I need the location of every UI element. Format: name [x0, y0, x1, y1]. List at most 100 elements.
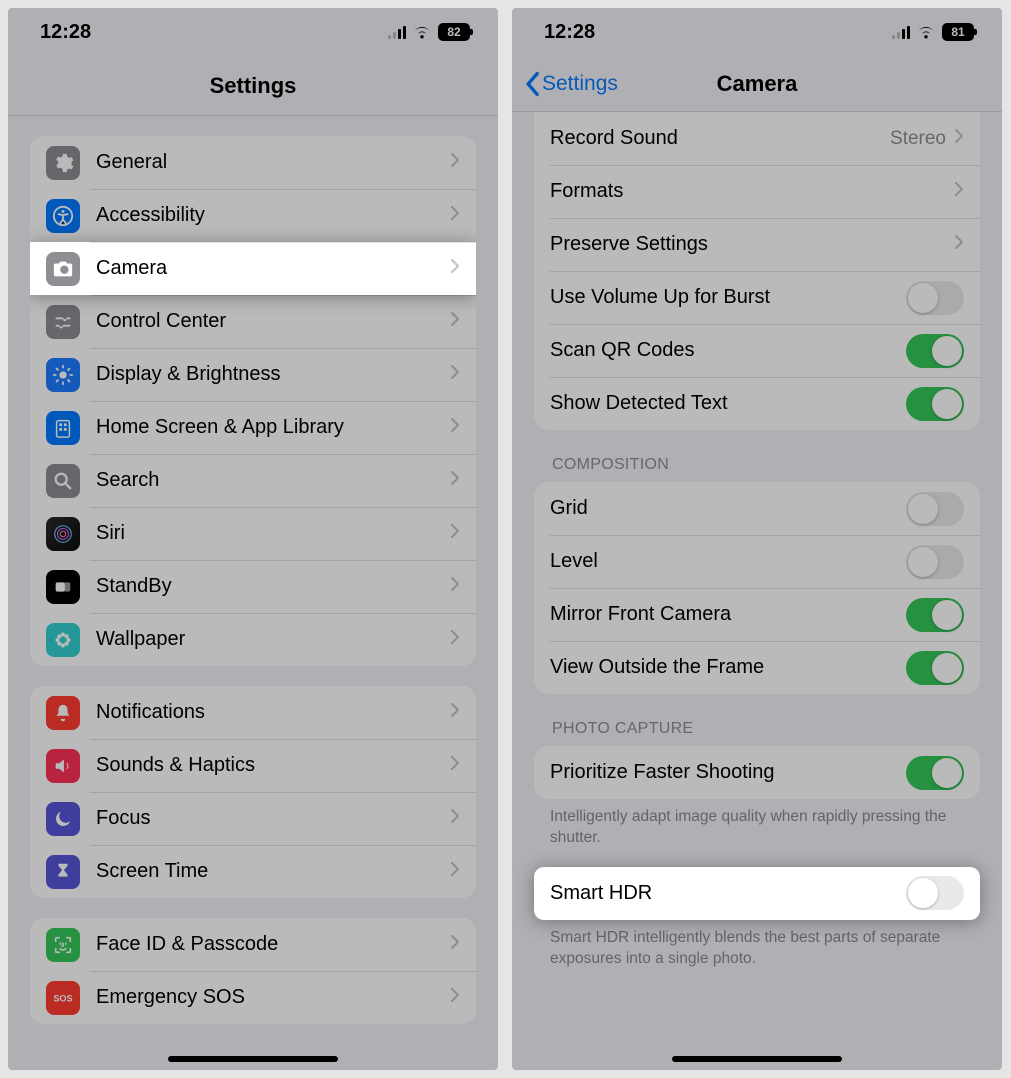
moon-icon — [46, 802, 80, 836]
back-button[interactable]: Settings — [524, 56, 618, 111]
toggle-switch[interactable] — [906, 876, 964, 910]
row-label: Scan QR Codes — [550, 339, 906, 362]
chevron-right-icon — [954, 234, 964, 255]
settings-row-accessibility[interactable]: Accessibility — [30, 189, 476, 242]
faceid-icon — [46, 928, 80, 962]
camera-row-record-sound[interactable]: Record Sound Stereo — [534, 112, 980, 165]
chevron-right-icon — [450, 152, 460, 173]
settings-group-2: Notifications Sounds & Haptics Focus Scr… — [30, 686, 476, 898]
toggle-switch[interactable] — [906, 281, 964, 315]
toggle-switch[interactable] — [906, 334, 964, 368]
row-label: View Outside the Frame — [550, 656, 906, 679]
status-bar: 12:28 81 — [512, 8, 1002, 56]
settings-screen: 12:28 82 Settings General Accessibility … — [8, 8, 498, 1070]
row-label: Preserve Settings — [550, 233, 954, 256]
row-label: Grid — [550, 497, 906, 520]
toggle-switch[interactable] — [906, 651, 964, 685]
home-indicator[interactable] — [168, 1056, 338, 1062]
chevron-right-icon — [450, 808, 460, 829]
chevron-right-icon — [450, 755, 460, 776]
camera-settings-list[interactable]: Record Sound Stereo Formats Preserve Set… — [512, 112, 1002, 1070]
settings-row-sounds[interactable]: Sounds & Haptics — [30, 739, 476, 792]
camera-group-main: Record Sound Stereo Formats Preserve Set… — [534, 112, 980, 430]
settings-row-notifications[interactable]: Notifications — [30, 686, 476, 739]
toggle-switch[interactable] — [906, 756, 964, 790]
camera-row-grid[interactable]: Grid — [534, 482, 980, 535]
settings-row-sos[interactable]: SOS Emergency SOS — [30, 971, 476, 1024]
page-title: Settings — [210, 73, 297, 99]
back-label: Settings — [542, 72, 618, 96]
camera-row-prioritize[interactable]: Prioritize Faster Shooting — [534, 746, 980, 799]
settings-row-faceid[interactable]: Face ID & Passcode — [30, 918, 476, 971]
status-right: 81 — [892, 23, 974, 41]
camera-row-mirror[interactable]: Mirror Front Camera — [534, 588, 980, 641]
chevron-right-icon — [450, 470, 460, 491]
camera-row-qr[interactable]: Scan QR Codes — [534, 324, 980, 377]
photo1-footer: Intelligently adapt image quality when r… — [550, 807, 964, 849]
settings-row-general[interactable]: General — [30, 136, 476, 189]
sliders-icon — [46, 305, 80, 339]
row-label: StandBy — [96, 575, 450, 598]
camera-row-formats[interactable]: Formats — [534, 165, 980, 218]
camera-row-outside-frame[interactable]: View Outside the Frame — [534, 641, 980, 694]
row-label: Camera — [96, 257, 450, 280]
toggle-switch[interactable] — [906, 598, 964, 632]
status-time: 12:28 — [40, 21, 91, 44]
settings-row-control-center[interactable]: Control Center — [30, 295, 476, 348]
toggle-switch[interactable] — [906, 492, 964, 526]
svg-text:SOS: SOS — [53, 993, 72, 1003]
composition-header: Composition — [552, 456, 962, 474]
camera-row-preserve[interactable]: Preserve Settings — [534, 218, 980, 271]
row-label: Notifications — [96, 701, 450, 724]
row-label: Formats — [550, 180, 954, 203]
chevron-right-icon — [450, 576, 460, 597]
row-label: Emergency SOS — [96, 986, 450, 1009]
row-label: Focus — [96, 807, 450, 830]
row-label: Screen Time — [96, 860, 450, 883]
row-detail: Stereo — [890, 128, 946, 150]
row-label: Mirror Front Camera — [550, 603, 906, 626]
camera-row-vol-up[interactable]: Use Volume Up for Burst — [534, 271, 980, 324]
chevron-right-icon — [450, 523, 460, 544]
home-indicator[interactable] — [672, 1056, 842, 1062]
settings-row-camera[interactable]: Camera — [30, 242, 476, 295]
settings-row-wallpaper[interactable]: Wallpaper — [30, 613, 476, 666]
sun-icon — [46, 358, 80, 392]
settings-group-1: General Accessibility Camera Control Cen… — [30, 136, 476, 666]
status-bar: 12:28 82 — [8, 8, 498, 56]
row-label: Prioritize Faster Shooting — [550, 761, 906, 784]
wifi-icon — [916, 24, 936, 40]
row-label: Siri — [96, 522, 450, 545]
camera-group-smarthdr: Smart HDR — [534, 867, 980, 920]
camera-settings-screen: 12:28 81 Settings Camera Record Sound St… — [512, 8, 1002, 1070]
row-label: Sounds & Haptics — [96, 754, 450, 777]
toggle-switch[interactable] — [906, 545, 964, 579]
chevron-right-icon — [450, 258, 460, 279]
settings-row-focus[interactable]: Focus — [30, 792, 476, 845]
settings-row-standby[interactable]: StandBy — [30, 560, 476, 613]
camera-row-detected-text[interactable]: Show Detected Text — [534, 377, 980, 430]
gear-icon — [46, 146, 80, 180]
settings-row-display[interactable]: Display & Brightness — [30, 348, 476, 401]
battery-icon: 81 — [942, 23, 974, 41]
sos-icon: SOS — [46, 981, 80, 1015]
settings-row-search[interactable]: Search — [30, 454, 476, 507]
row-label: Use Volume Up for Burst — [550, 286, 906, 309]
camera-row-smarthdr[interactable]: Smart HDR — [534, 867, 980, 920]
settings-row-screentime[interactable]: Screen Time — [30, 845, 476, 898]
camera-row-level[interactable]: Level — [534, 535, 980, 588]
page-title: Camera — [717, 71, 798, 97]
chevron-right-icon — [954, 181, 964, 202]
settings-row-siri[interactable]: Siri — [30, 507, 476, 560]
navbar: Settings Camera — [512, 56, 1002, 112]
status-right: 82 — [388, 23, 470, 41]
row-label: Record Sound — [550, 127, 890, 150]
chevron-right-icon — [450, 417, 460, 438]
speaker-icon — [46, 749, 80, 783]
settings-row-home-screen[interactable]: Home Screen & App Library — [30, 401, 476, 454]
row-label: General — [96, 151, 450, 174]
camera-group-composition: Grid Level Mirror Front Camera View Outs… — [534, 482, 980, 694]
settings-list[interactable]: General Accessibility Camera Control Cen… — [8, 116, 498, 1070]
row-label: Level — [550, 550, 906, 573]
toggle-switch[interactable] — [906, 387, 964, 421]
